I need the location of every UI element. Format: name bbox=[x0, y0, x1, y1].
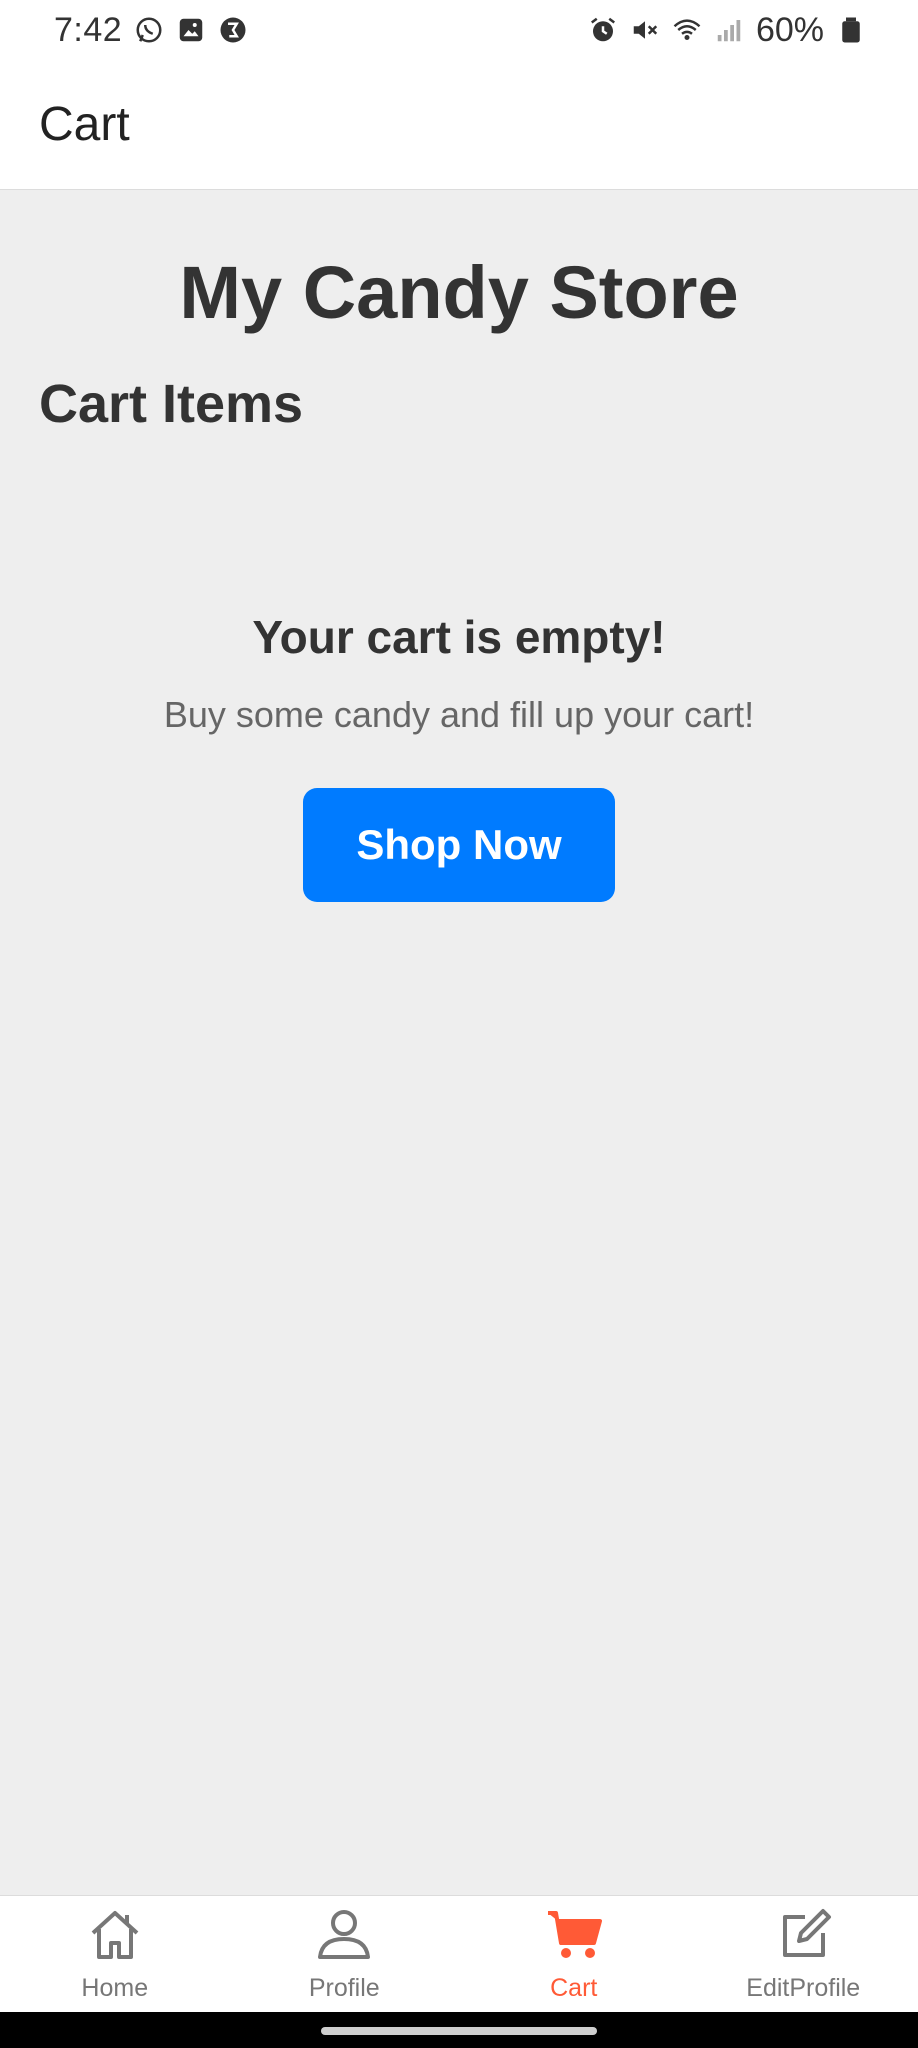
nav-item-cart[interactable]: Cart bbox=[459, 1896, 689, 2012]
nav-label-profile: Profile bbox=[308, 1974, 380, 2002]
status-time: 7:42 bbox=[54, 10, 123, 49]
home-indicator[interactable] bbox=[321, 2027, 597, 2035]
cart-icon bbox=[544, 1905, 604, 1968]
status-bar: 7:42 60% bbox=[0, 0, 918, 60]
store-title: My Candy Store bbox=[179, 251, 739, 334]
status-left: 7:42 bbox=[54, 11, 248, 50]
nav-item-editprofile[interactable]: EditProfile bbox=[689, 1896, 918, 2012]
battery-percentage: 60% bbox=[755, 10, 824, 49]
profile-icon bbox=[314, 1905, 374, 1968]
nav-label-home: Home bbox=[81, 1974, 149, 2002]
whatsapp-icon bbox=[134, 15, 164, 45]
system-nav-bar bbox=[0, 2012, 918, 2048]
nav-label-cart: Cart bbox=[550, 1974, 598, 2002]
gallery-icon bbox=[176, 15, 206, 45]
home-icon bbox=[85, 1905, 145, 1968]
bottom-nav: Home Profile Cart EditProfile bbox=[0, 1895, 918, 2012]
empty-cart-subtitle: Buy some candy and fill up your cart! bbox=[163, 694, 755, 735]
edit-icon bbox=[773, 1905, 833, 1968]
vpn-icon bbox=[218, 15, 248, 45]
battery-icon bbox=[836, 15, 866, 45]
nav-item-profile[interactable]: Profile bbox=[230, 1896, 460, 2012]
mute-icon bbox=[630, 15, 660, 45]
wifi-icon bbox=[672, 15, 702, 45]
cart-items-heading: Cart Items bbox=[39, 374, 304, 434]
cart-screen: 7:42 60% Cart My Candy Store Cart Items … bbox=[0, 0, 918, 2048]
empty-cart-title: Your cart is empty! bbox=[252, 611, 666, 663]
shop-now-button[interactable]: Shop Now bbox=[303, 788, 615, 902]
nav-label-editprofile: EditProfile bbox=[746, 1974, 861, 2002]
alarm-icon bbox=[588, 15, 618, 45]
main-content: My Candy Store Cart Items Your cart is e… bbox=[0, 190, 918, 1895]
status-right: 60% bbox=[588, 11, 866, 50]
signal-icon bbox=[714, 15, 744, 45]
header-title: Cart bbox=[39, 98, 130, 151]
app-header: Cart bbox=[0, 60, 918, 190]
nav-item-home[interactable]: Home bbox=[0, 1896, 230, 2012]
